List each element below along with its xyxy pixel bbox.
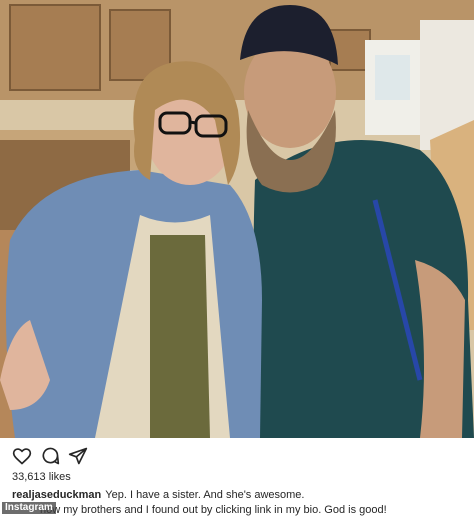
heart-icon[interactable]: [12, 446, 32, 466]
post-photo[interactable]: [0, 0, 474, 438]
caption-username[interactable]: realjaseduckman: [12, 489, 101, 501]
caption: realjaseduckman Yep. I have a sister. And…: [12, 489, 468, 502]
likes-count[interactable]: 33,613 likes: [12, 471, 71, 483]
post-actions-bar: [0, 440, 474, 470]
caption-line-1: Yep. I have a sister. And she's awesome.: [105, 489, 305, 501]
share-icon[interactable]: [68, 446, 88, 466]
caption-line-2: now my brothers and I found out by click…: [40, 504, 387, 516]
comment-icon[interactable]: [40, 446, 60, 466]
instagram-watermark: Instagram: [2, 502, 56, 514]
